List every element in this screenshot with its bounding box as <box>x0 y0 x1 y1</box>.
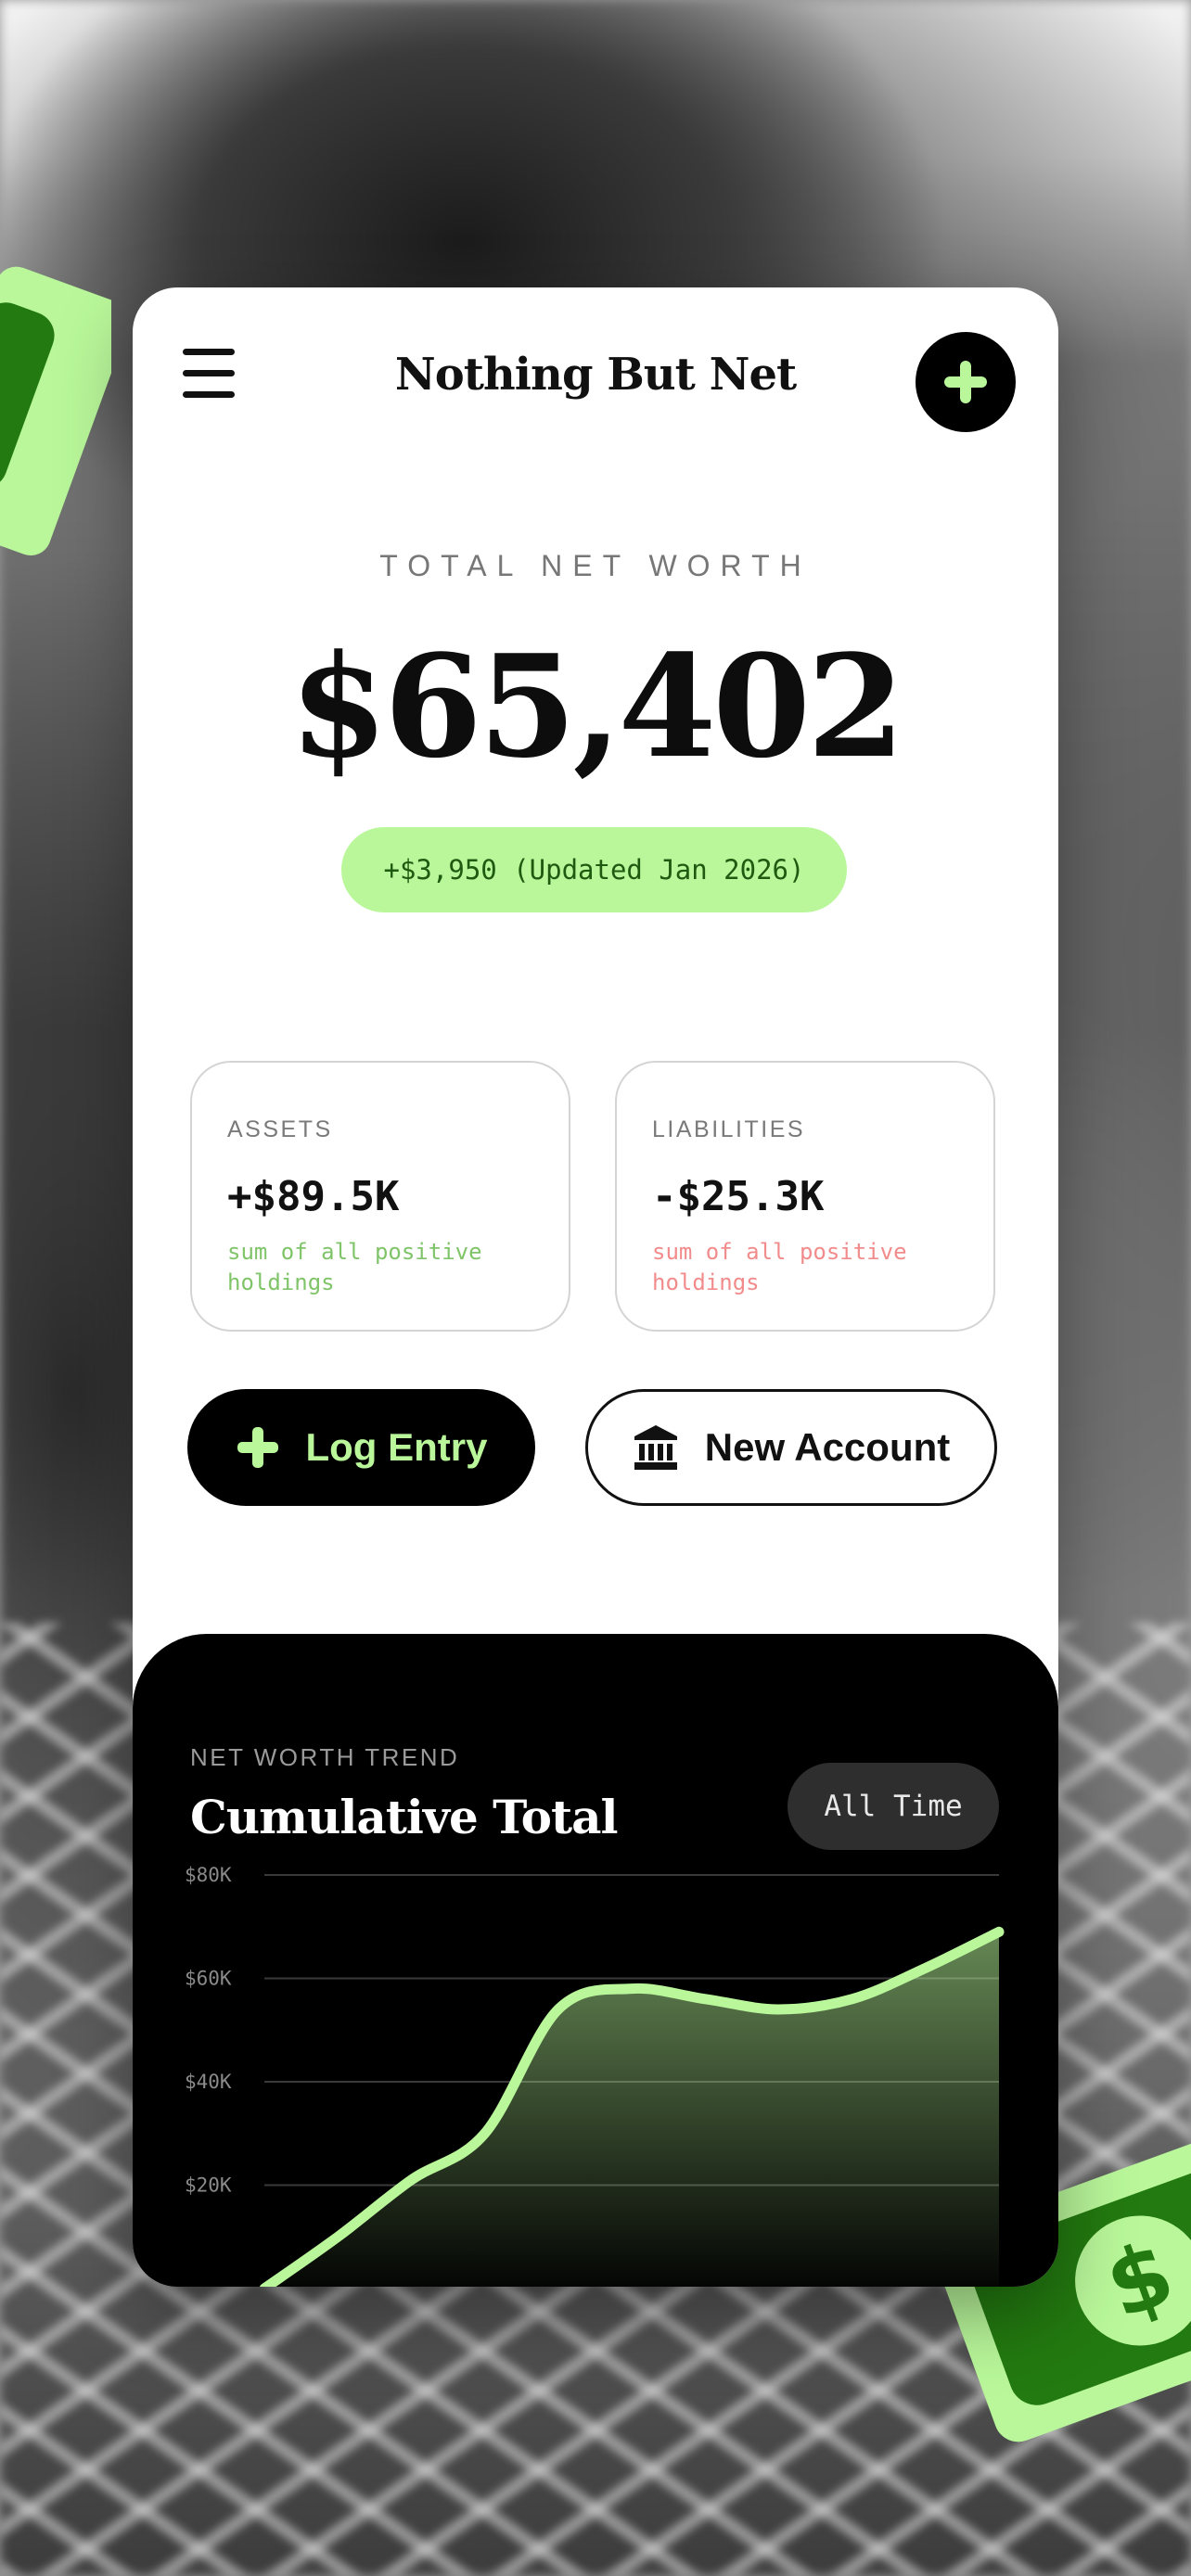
liabilities-card[interactable]: LIABILITIES -$25.3K sum of all positive … <box>615 1061 995 1332</box>
dollar-bill-icon <box>0 266 111 555</box>
change-badge: +$3,950 (Updated Jan 2026) <box>341 827 847 912</box>
new-account-label: New Account <box>704 1425 951 1469</box>
assets-label: ASSETS <box>227 1116 333 1142</box>
net-worth-label: TOTAL NET WORTH <box>379 549 812 582</box>
assets-value: +$89.5K <box>227 1173 400 1220</box>
y-tick-label: $80K <box>185 1864 232 1886</box>
add-button[interactable] <box>916 332 1016 432</box>
log-entry-label: Log Entry <box>305 1425 488 1469</box>
net-worth-value: $65,402 <box>289 623 905 789</box>
assets-note: sum of all positive holdings <box>227 1239 482 1295</box>
y-tick-label: $60K <box>185 1968 232 1990</box>
liabilities-label: LIABILITIES <box>652 1116 806 1142</box>
net-worth-chart: $20K $40K $60K $80K <box>185 1864 1005 2287</box>
liabilities-note: sum of all positive holdings <box>652 1239 907 1295</box>
plus-icon <box>944 361 987 403</box>
app-card: Nothing But Net TOTAL NET WORTH $65,402 … <box>133 287 1058 2287</box>
log-entry-button[interactable]: Log Entry <box>187 1389 535 1506</box>
y-tick-label: $20K <box>185 2174 232 2197</box>
plus-icon <box>237 1427 278 1468</box>
liabilities-value: -$25.3K <box>652 1173 825 1220</box>
trend-panel: NET WORTH TREND Cumulative Total All Tim… <box>133 1634 1058 2287</box>
new-account-button[interactable]: New Account <box>585 1389 997 1506</box>
bank-icon <box>634 1425 677 1470</box>
y-tick-label: $40K <box>185 2071 232 2093</box>
assets-card[interactable]: ASSETS +$89.5K sum of all positive holdi… <box>190 1061 570 1332</box>
